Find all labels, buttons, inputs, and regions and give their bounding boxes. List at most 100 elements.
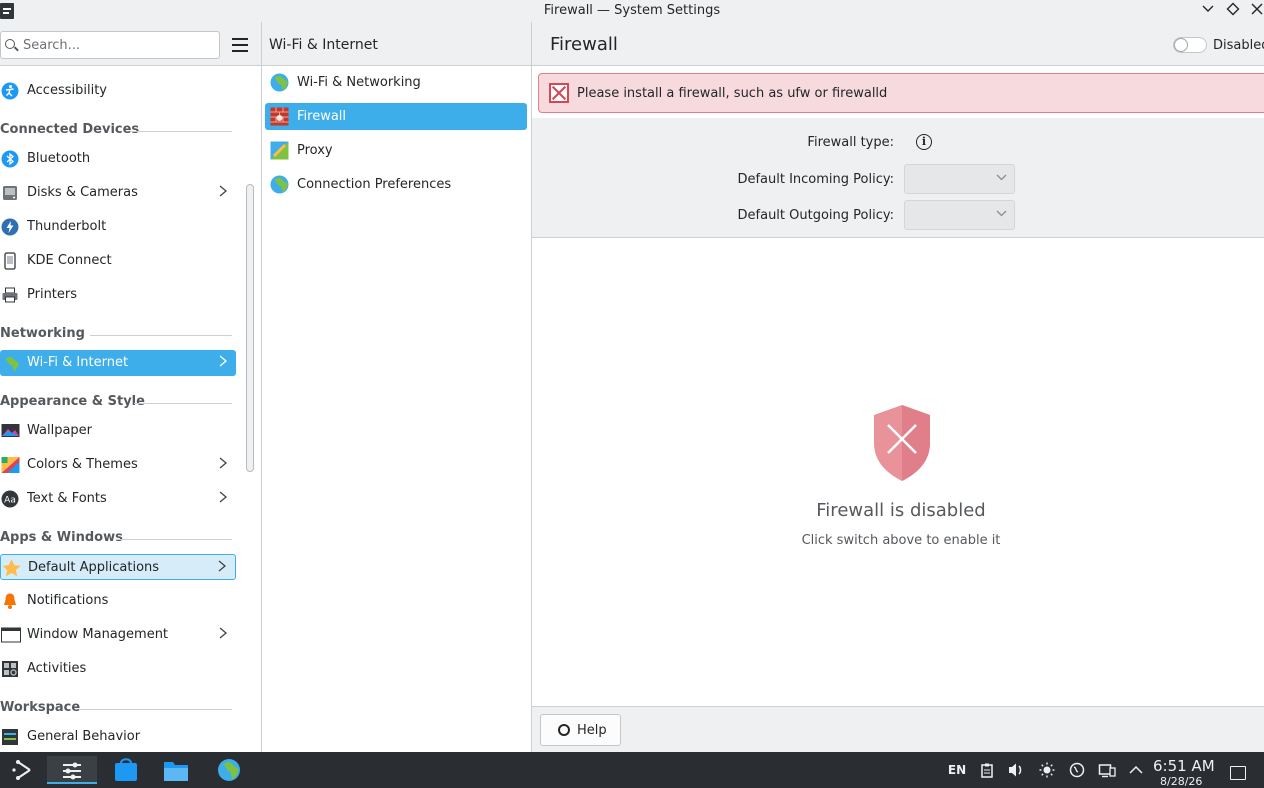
sidebar-item-colors-themes[interactable]: Colors & Themes: [0, 452, 236, 478]
sidebar-item-disks-cameras[interactable]: Disks & Cameras: [0, 180, 236, 206]
sidebar-item-wi-fi-internet[interactable]: Wi-Fi & Internet: [0, 350, 236, 376]
sidebar-item-default-applications[interactable]: Default Applications: [0, 554, 236, 580]
sidebar-category-label: Workspace: [0, 700, 81, 715]
discover-icon: [115, 758, 137, 781]
sidebar-item-printers[interactable]: Printers: [0, 282, 236, 308]
sidebar-item-bluetooth[interactable]: Bluetooth: [0, 146, 236, 172]
sidebar-item-label: Wallpaper: [27, 423, 93, 438]
bluetooth-icon: [1, 150, 19, 168]
globe-icon: [270, 73, 289, 92]
accessibility-icon: [1, 82, 19, 100]
shield-disabled-icon: [874, 405, 930, 481]
help-icon: [558, 724, 570, 736]
sidebar-item-text-fonts[interactable]: Aa Text & Fonts: [0, 486, 236, 512]
sidebar-item-activities[interactable]: Activities: [0, 656, 236, 682]
sidebar-item-label: Text & Fonts: [27, 491, 107, 506]
firewall-toggle-switch[interactable]: [1173, 37, 1207, 53]
clock-date[interactable]: 8/28/26: [1160, 775, 1202, 788]
close-window-button[interactable]: [1248, 2, 1264, 20]
close-icon: [1251, 3, 1263, 15]
chevron-down-icon: [1202, 5, 1214, 12]
main-panel: Firewall Disabled Please install a firew…: [532, 22, 1264, 752]
app-launcher-icon: [12, 760, 31, 780]
subcategory-item-label: Firewall: [297, 109, 347, 124]
sidebar-item-wallpaper[interactable]: Wallpaper: [0, 418, 236, 444]
sidebar-item-label: KDE Connect: [27, 253, 112, 268]
search-input[interactable]: [23, 36, 213, 54]
sidebar-item-window-management[interactable]: Window Management: [0, 622, 236, 648]
sidebar-item-thunderbolt[interactable]: Thunderbolt: [0, 214, 236, 240]
title-bar: Firewall — System Settings: [0, 0, 1264, 22]
category-divider: [130, 131, 232, 132]
firewall-settings-form: Firewall type: i Default Incoming Policy…: [532, 118, 1264, 238]
globe-icon: [270, 175, 289, 194]
sidebar-category-label: Appearance & Style: [0, 394, 145, 409]
chevron-right-icon: [218, 456, 228, 474]
keyboard-layout-indicator[interactable]: EN: [947, 762, 967, 778]
wallpaper-icon: [1, 422, 20, 440]
toggle-label: Disabled: [1213, 38, 1264, 53]
sidebar-category-label: Networking: [0, 326, 85, 341]
taskbar-network-settings[interactable]: [215, 756, 243, 784]
hamburger-icon-bar: [232, 50, 248, 52]
clock-time[interactable]: 6:51 AM: [1153, 757, 1215, 775]
show-desktop-button[interactable]: [1230, 766, 1246, 780]
sidebar-category: Connected Devices: [0, 120, 232, 140]
app-launcher-button[interactable]: [10, 756, 38, 784]
volume-icon[interactable]: [1007, 762, 1025, 778]
sidebar-item-accessibility[interactable]: Accessibility: [0, 78, 236, 104]
category-divider: [134, 403, 232, 404]
subcategory-item-wi-fi-networking[interactable]: Wi-Fi & Networking: [265, 69, 527, 96]
hamburger-icon-bar: [232, 44, 248, 46]
search-icon: [5, 39, 15, 49]
printer-icon: [1, 286, 19, 304]
sidebar-list: Accessibility Connected Devices Bluetooth D…: [0, 67, 240, 752]
info-icon[interactable]: i: [916, 134, 932, 150]
subcategory-item-proxy[interactable]: Proxy: [265, 137, 527, 164]
outgoing-policy-select[interactable]: [904, 200, 1015, 230]
sidebar-category: Networking: [0, 324, 232, 344]
subcategory-item-firewall[interactable]: Firewall: [265, 103, 527, 130]
empty-state: Firewall is disabled Click switch above …: [532, 238, 1264, 706]
hamburger-icon: [232, 38, 248, 40]
thunderbolt-icon: [1, 218, 19, 236]
taskbar-system-settings[interactable]: [47, 756, 97, 784]
sidebar-item-label: Colors & Themes: [27, 457, 138, 472]
search-box[interactable]: [0, 31, 220, 59]
clipboard-icon[interactable]: [978, 762, 996, 778]
network-status-icon[interactable]: [1068, 762, 1086, 778]
chevron-down-icon: [996, 208, 1007, 222]
device-notifier-icon[interactable]: [1098, 762, 1116, 778]
maximize-button[interactable]: [1224, 2, 1242, 20]
sidebar-item-notifications[interactable]: Notifications: [0, 588, 236, 614]
sidebar-item-label: Printers: [27, 287, 78, 302]
chevron-right-icon: [217, 559, 227, 577]
footer-bar: Help: [532, 706, 1264, 752]
category-divider: [116, 539, 232, 540]
brightness-icon[interactable]: [1038, 762, 1056, 778]
sidebar-item-label: Accessibility: [27, 83, 107, 98]
subcategory-item-label: Wi-Fi & Networking: [297, 75, 421, 90]
subcategory-title: Wi-Fi & Internet: [269, 37, 378, 53]
sidebar-item-label: Wi-Fi & Internet: [27, 355, 129, 370]
hamburger-menu-button[interactable]: [230, 36, 250, 54]
minimize-button[interactable]: [1199, 2, 1217, 20]
page-header: Firewall Disabled: [532, 22, 1264, 66]
sidebar-scrollbar[interactable]: [246, 184, 254, 472]
system-settings-icon: [63, 762, 81, 780]
help-button[interactable]: Help: [540, 714, 621, 746]
sidebar-item-kde-connect[interactable]: KDE Connect: [0, 248, 236, 274]
sidebar-item-label: Activities: [27, 661, 87, 676]
incoming-policy-select[interactable]: [904, 164, 1015, 194]
chevron-down-icon: [996, 172, 1007, 186]
taskbar-discover[interactable]: [112, 756, 140, 784]
system-tray-expand-icon[interactable]: [1127, 762, 1145, 778]
subcategory-item-connection-preferences[interactable]: Connection Preferences: [265, 171, 527, 198]
taskbar: EN 6:51 AM 8/28/26: [0, 752, 1264, 788]
subcategory-item-label: Connection Preferences: [297, 177, 452, 192]
sidebar-item-general-behavior[interactable]: General Behavior: [0, 724, 236, 750]
taskbar-file-manager[interactable]: [162, 756, 190, 784]
sidebar-item-label: Bluetooth: [27, 151, 91, 166]
window-icon: [1, 626, 21, 644]
help-button-label: Help: [577, 723, 607, 738]
